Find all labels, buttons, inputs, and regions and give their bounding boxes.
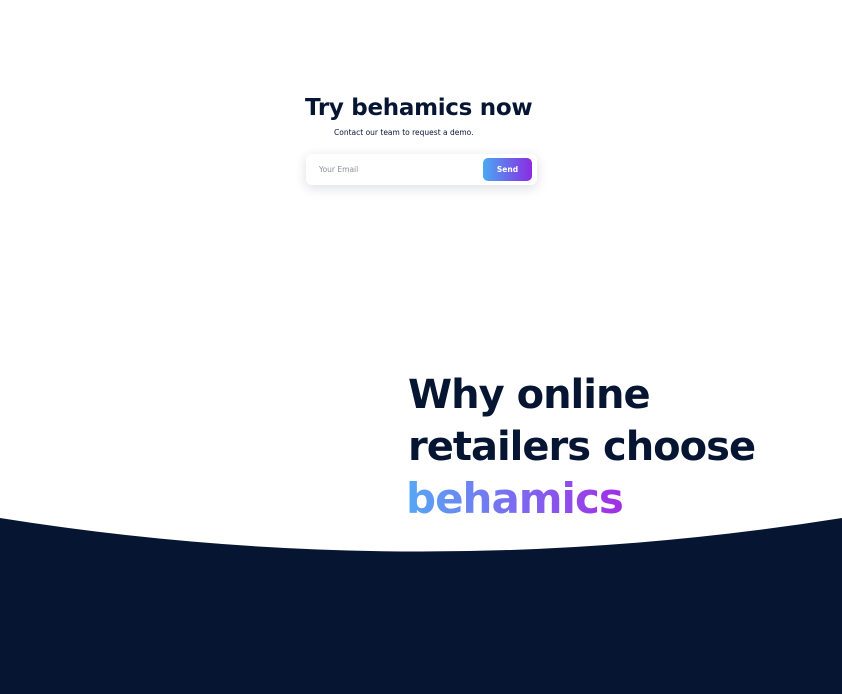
wave-shape bbox=[0, 518, 842, 694]
demo-title: Try behamics now bbox=[305, 95, 533, 121]
page: Try behamics now Contact our team to req… bbox=[0, 0, 842, 694]
why-heading-line-2: retailers choose bbox=[408, 424, 756, 470]
email-input[interactable] bbox=[312, 158, 480, 181]
dark-wave-section bbox=[0, 518, 842, 694]
send-button[interactable]: Send bbox=[483, 158, 532, 181]
why-heading-line-1: Why online bbox=[408, 372, 651, 418]
why-heading: Why online retailers choose bbox=[408, 369, 756, 473]
demo-subtitle: Contact our team to request a demo. bbox=[334, 128, 474, 137]
demo-email-form: Send bbox=[306, 154, 537, 185]
